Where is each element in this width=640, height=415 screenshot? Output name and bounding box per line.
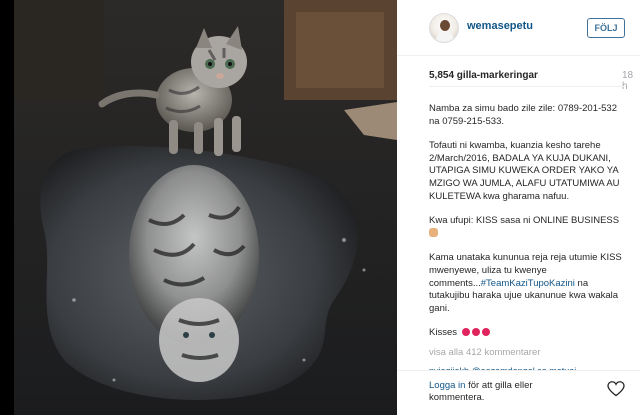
follow-button[interactable]: FÖLJ xyxy=(587,18,625,38)
post-header: wemasepetu FÖLJ xyxy=(397,0,640,56)
raised-hand-emoji-icon xyxy=(429,227,438,237)
login-link[interactable]: Logga in xyxy=(429,380,465,391)
username-link[interactable]: wemasepetu xyxy=(467,20,533,32)
kiss-mark-emoji-icon xyxy=(481,328,490,337)
heart-icon[interactable] xyxy=(607,381,625,397)
post-footer: Logga in för att gilla eller kommentera. xyxy=(397,370,640,415)
likes-count[interactable]: 5,854 gilla-markeringar xyxy=(429,70,538,81)
avatar-body-shape xyxy=(436,31,454,42)
post-timestamp[interactable]: 18 h xyxy=(622,70,640,92)
divider xyxy=(429,86,625,87)
avatar[interactable] xyxy=(429,13,459,43)
kiss-mark-emoji-icon xyxy=(471,328,480,337)
post-caption: Namba za simu bado zile zile: 0789-201-5… xyxy=(429,103,625,352)
caption-summary-text: Kwa ufupi: KISS sasa ni ONLINE BUSINESS xyxy=(429,215,620,227)
avatar-face-shape xyxy=(440,20,450,31)
caption-paragraph-phones: Namba za simu bado zile zile: 0789-201-5… xyxy=(429,103,617,127)
post-photo xyxy=(14,0,397,415)
caption-paragraph-announcement: Tofauti ni kwamba, kuanzia kesho tarehe … xyxy=(429,140,620,202)
view-all-comments-link[interactable]: visa alla 412 kommentarer xyxy=(429,347,540,358)
login-prompt: Logga in för att gilla eller kommentera. xyxy=(429,380,589,404)
kitten-tiger-reflection-image xyxy=(14,0,397,415)
caption-paragraph-summary: Kwa ufupi: KISS sasa ni ONLINE BUSINESS xyxy=(429,215,625,240)
caption-paragraph-kisses: Kisses xyxy=(429,327,625,340)
hashtag-link[interactable]: #TeamKaziTupoKazini xyxy=(481,278,575,289)
caption-kisses-text: Kisses xyxy=(429,327,457,339)
post-details-panel: wemasepetu FÖLJ 5,854 gilla-markeringar … xyxy=(397,0,640,415)
caption-paragraph-retail: Kama unataka kununua reja reja utumie KI… xyxy=(429,252,625,315)
kiss-mark-emoji-icon xyxy=(461,328,470,337)
